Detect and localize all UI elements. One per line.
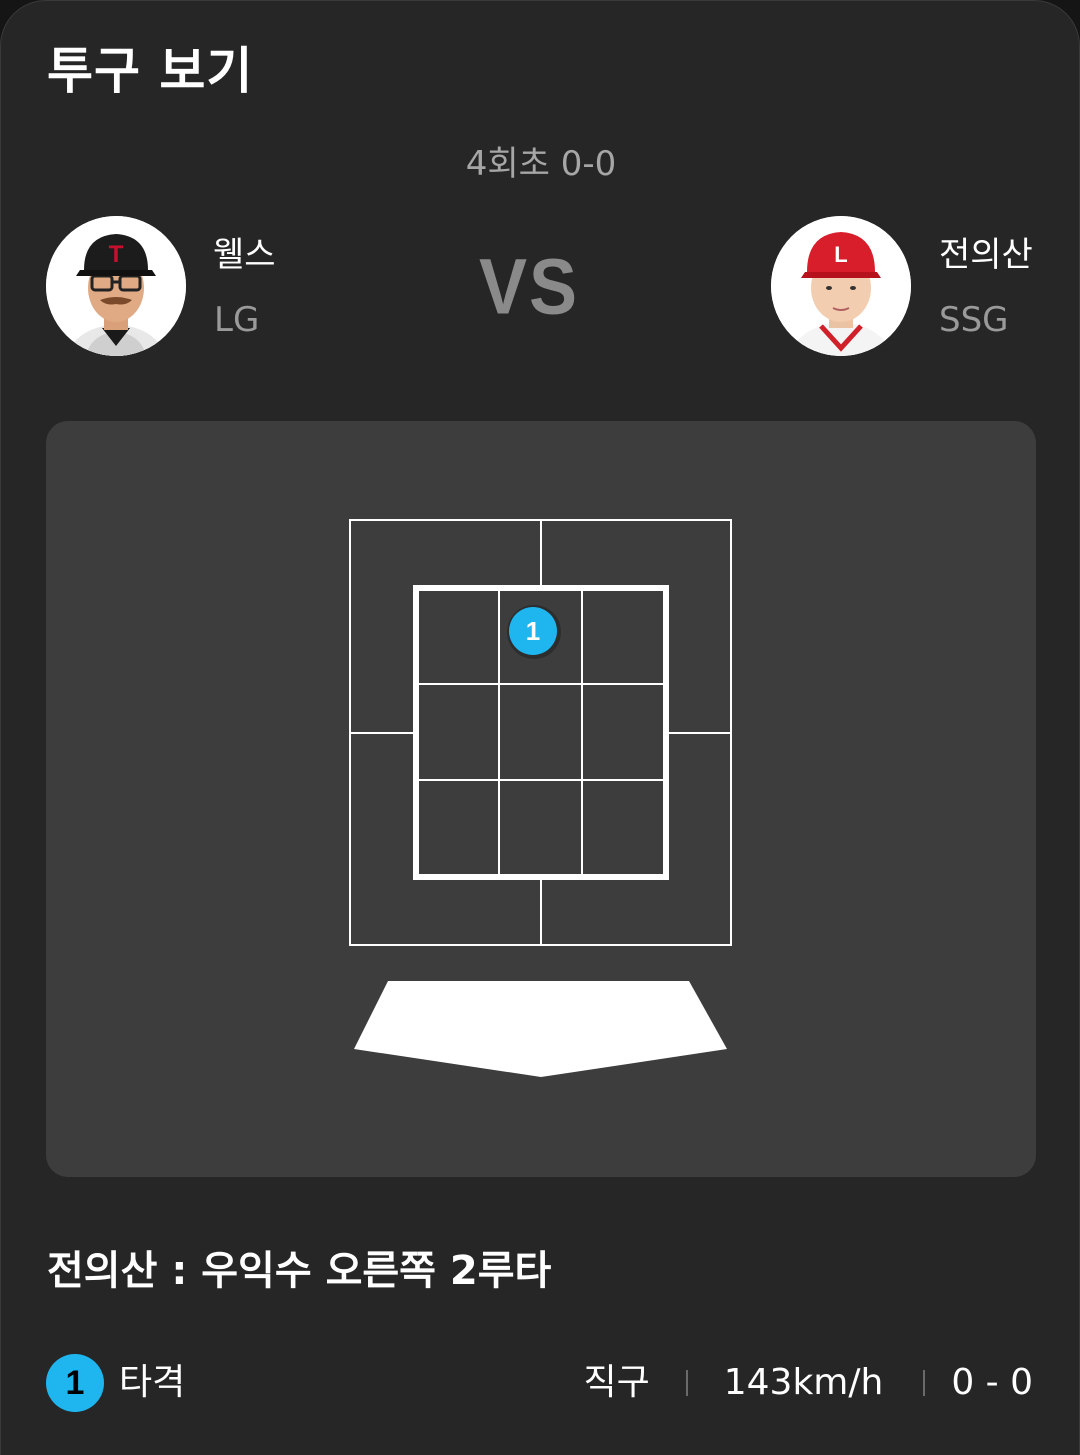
batter-avatar[interactable]: L [771, 216, 911, 356]
batter-team: SSG [939, 300, 1009, 340]
outer-zone [349, 519, 732, 946]
svg-text:L: L [834, 242, 847, 267]
pitcher-team: LG [214, 300, 260, 340]
vs-label: VS [479, 243, 580, 331]
pitch-info: 직구 143km/h 0 - 0 [583, 1359, 1033, 1407]
page-title: 투구 보기 [47, 42, 254, 100]
pitch-event: 타격 [119, 1362, 186, 1403]
player-photo-icon: T [46, 216, 186, 356]
home-plate [354, 981, 727, 1077]
ball-count: 0 - 0 [951, 1362, 1033, 1403]
svg-text:T: T [109, 241, 124, 268]
inning-score: 4회초 0-0 [465, 144, 617, 184]
pitch-speed: 143km/h [723, 1362, 884, 1403]
strike-zone-panel: 1 [46, 421, 1036, 1177]
divider [685, 1370, 688, 1396]
pitcher-name: 웰스 [213, 235, 276, 275]
pitch-number-badge: 1 [46, 1354, 104, 1412]
pitch-view-card: 투구 보기 4회초 0-0 T 웰스 LG VS L 전의산 SSG 1 전의산… [0, 0, 1080, 1455]
pitch-marker-number: 1 [526, 616, 540, 646]
pitcher-avatar[interactable]: T [46, 216, 186, 356]
pitch-type: 직구 [583, 1362, 650, 1403]
at-bat-result: 전의산 : 우익수 오른쪽 2루타 [47, 1248, 552, 1294]
divider [923, 1370, 926, 1396]
player-photo-icon: L [771, 216, 911, 356]
pitch-marker[interactable]: 1 [507, 605, 561, 659]
batter-name: 전의산 [939, 235, 1033, 275]
strike-zone-diagram: 1 [349, 519, 732, 1077]
